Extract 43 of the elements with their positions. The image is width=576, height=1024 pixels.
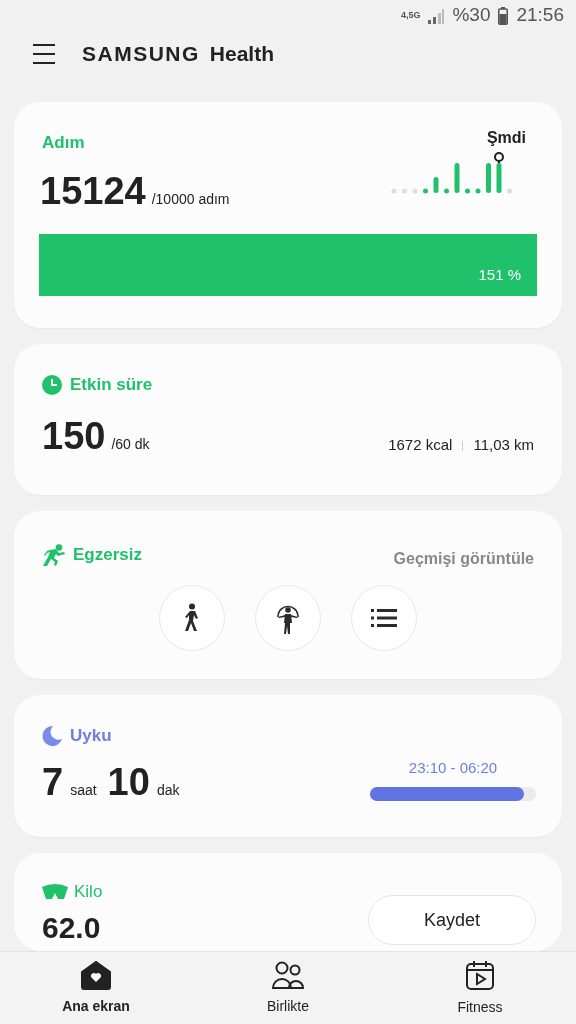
calories: 1672 kcal xyxy=(388,435,453,456)
weight-title: Kilo xyxy=(74,881,103,904)
clock-icon xyxy=(42,375,62,396)
save-button[interactable]: Kaydet xyxy=(368,895,536,946)
nav-tab[interactable]: Ana ekran xyxy=(0,952,192,1024)
clock: 21:56 xyxy=(516,3,564,28)
hours-unit: saat xyxy=(70,781,97,801)
active-time-card[interactable]: Etkin süre 150/60 dk 1672 kcal 11,03 km xyxy=(14,344,562,495)
people-icon xyxy=(271,959,305,990)
steps-count: 15124 xyxy=(40,169,146,215)
steps-goal: /10000 adım xyxy=(151,190,230,210)
sleep-title: Uyku xyxy=(70,724,112,747)
distance: 11,03 km xyxy=(473,435,534,456)
active-minutes: 150 xyxy=(42,413,106,459)
steps-percent: 151 % xyxy=(478,264,521,285)
active-time-title: Etkin süre xyxy=(70,374,153,397)
sleep-hours: 7 xyxy=(42,760,64,806)
nav-tab[interactable]: Birlikte xyxy=(192,952,384,1024)
app-title: Health xyxy=(209,40,275,67)
home-heart-icon xyxy=(80,959,112,990)
sleep-minutes: 10 xyxy=(107,760,150,806)
scale-icon xyxy=(42,884,68,901)
menu-icon[interactable] xyxy=(32,42,56,65)
sleep-range: 23:10 - 06:20 xyxy=(408,757,498,778)
brand-logo: SAMSUNG xyxy=(82,40,200,67)
sleep-card[interactable]: Uyku 7 saat 10 dak 23:10 - 06:20 xyxy=(14,694,562,838)
minutes-unit: dak xyxy=(156,781,180,801)
running-person-icon xyxy=(42,543,67,566)
steps-card[interactable]: Adım 15124/10000 adım Şmdi 151 % xyxy=(14,101,562,329)
list-icon xyxy=(371,607,397,628)
nav-tab[interactable]: Fitness xyxy=(384,952,576,1024)
battery-icon xyxy=(498,6,509,25)
now-label: Şmdi xyxy=(486,127,526,148)
network-type: 4,5G xyxy=(400,8,421,22)
weight-card[interactable]: Kilo 62.0 Kaydet xyxy=(14,853,562,952)
exercise-title: Egzersiz xyxy=(73,544,142,567)
battery-percent: %30 xyxy=(452,3,491,28)
active-goal: /60 dk xyxy=(111,434,150,454)
steps-title: Adım xyxy=(42,131,85,154)
weight-value: 62.0 xyxy=(42,912,102,943)
calendar-play-icon xyxy=(465,958,495,991)
signal-icon xyxy=(428,7,445,24)
moon-icon xyxy=(42,725,62,746)
